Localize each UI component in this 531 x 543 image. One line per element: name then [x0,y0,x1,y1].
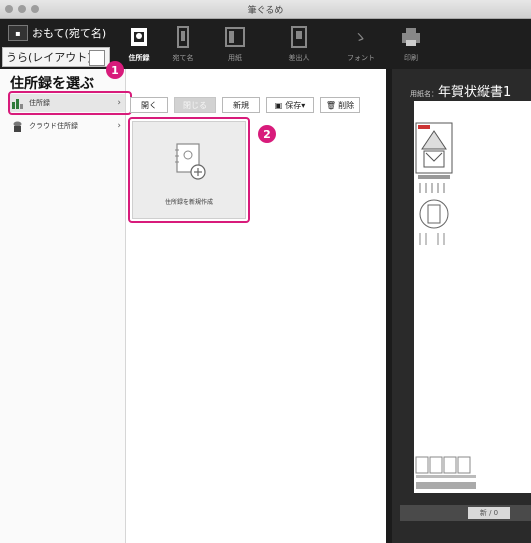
callout-highlight-2 [128,117,250,223]
sidebar-item-cloud-address-book[interactable]: クラウド住所録 › [10,117,125,135]
save-button-label: 保存▾ [285,100,306,110]
address-book-icon [131,28,147,46]
toolbar-label-print: 印刷 [404,54,418,62]
front-tab-icon: ▪ [8,25,28,41]
callout-badge-2: 2 [258,125,276,143]
title-bar: 筆ぐるめ [0,0,531,19]
toolbar-label-address-book: 住所録 [128,54,150,62]
svg-text:ゝ: ゝ [353,30,367,46]
address-book-panel: 住所録を選ぶ 住所録 › クラウド住所録 › 1 開く 閉じる 新規 ▣ 保存▾… [0,61,386,543]
paper-name-title: 用紙名：年賀状縦書1 [410,81,511,100]
envelope-icon [177,26,189,48]
toolbar-print-button[interactable]: 印刷 [388,22,434,66]
back-tab-icon [89,50,105,66]
delete-button[interactable]: 🗑 削除 [320,97,360,113]
toolbar-label-addressee: 宛て名 [172,54,194,62]
page-indicator[interactable]: 新 / 0 [468,507,510,519]
toolbar-addressee-button[interactable]: 宛て名 [160,22,206,66]
chevron-right-icon: › [117,121,121,131]
toolbar-label-font: フォント [347,54,375,62]
sidebar-item-label: クラウド住所録 [29,122,78,130]
page-navigator: 新 / 0 [400,505,531,521]
tab-front-label: おもて(宛て名) [32,27,107,40]
paper-icon [225,27,245,47]
toolbar-sender-button[interactable]: 差出人 [276,22,322,66]
printer-icon [402,28,420,46]
toolbar-address-book-button[interactable]: 住所録 [116,22,162,66]
delete-button-label: 削除 [338,100,355,110]
tab-front-address[interactable]: ▪ おもて(宛て名) [2,23,110,43]
sidebar-title: 住所録を選ぶ [10,76,94,92]
save-icon: ▣ [274,100,283,110]
toolbar-label-sender: 差出人 [288,54,310,62]
main-toolbar: ▪ おもて(宛て名) うら(レイアウト) 住所録 宛て名 用紙 差出人 ゝ フォ… [0,19,531,69]
new-button[interactable]: 新規 [222,97,260,113]
toolbar-font-button[interactable]: ゝ フォント [338,22,384,66]
sender-icon [291,26,307,48]
postcard-artwork [415,122,476,489]
callout-highlight-1 [8,91,132,115]
open-button[interactable]: 開く [130,97,168,113]
paper-name-prefix: 用紙名： [410,90,438,98]
callout-badge-1: 1 [106,61,124,79]
paper-name-value: 年賀状縦書1 [438,85,512,100]
postcard-preview-panel: 用紙名：年賀状縦書1 新 / 0 [392,69,531,543]
brush-icon: ゝ [353,30,367,46]
address-sidebar: 住所録を選ぶ 住所録 › クラウド住所録 › [0,69,126,543]
tab-back-label: うら(レイアウト) [6,51,92,64]
trash-icon: 🗑 [325,100,337,110]
tab-back-layout[interactable]: うら(レイアウト) [2,47,110,67]
save-button[interactable]: ▣ 保存▾ [266,97,314,113]
cloud-address-icon [13,121,22,132]
toolbar-label-paper: 用紙 [228,54,242,62]
window-title: 筆ぐるめ [247,6,284,16]
address-action-bar: 開く 閉じる 新規 ▣ 保存▾ 🗑 削除 [130,97,366,113]
toolbar-paper-button[interactable]: 用紙 [212,22,258,66]
close-button[interactable]: 閉じる [174,97,216,113]
postcard-preview [414,101,531,493]
